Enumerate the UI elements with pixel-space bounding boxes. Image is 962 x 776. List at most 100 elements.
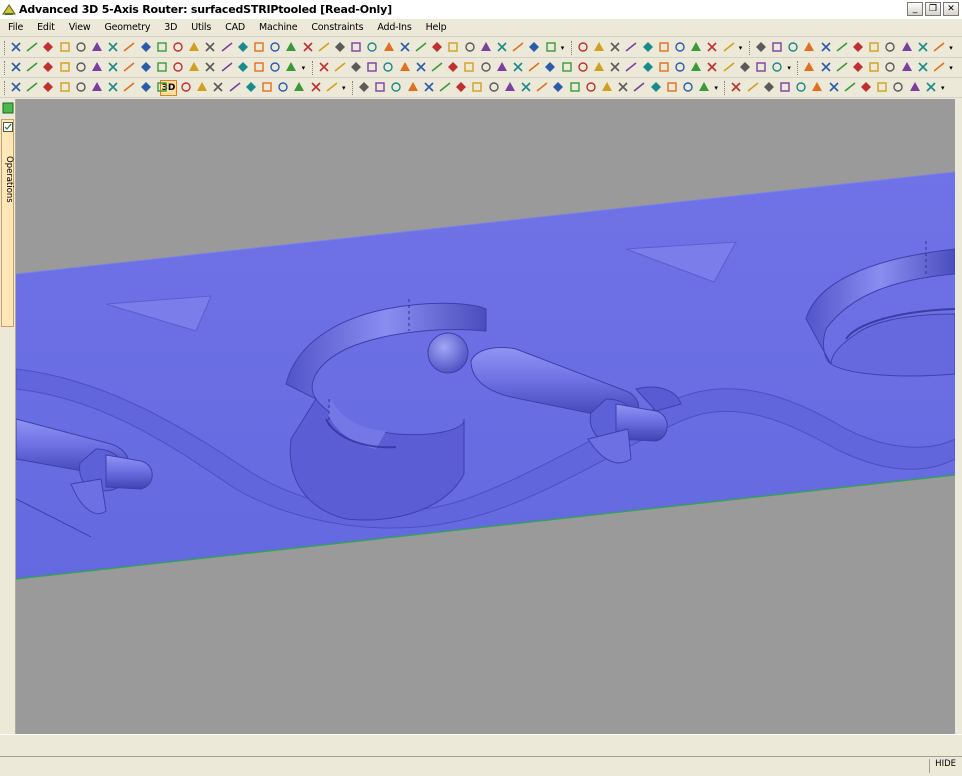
close-button[interactable]: ✕: [943, 2, 959, 16]
toolbar-tool-icon[interactable]: [407, 81, 419, 93]
toolbar-tool-icon[interactable]: [561, 61, 573, 73]
toolbar-tool-icon[interactable]: [617, 81, 629, 93]
toolbar-tool-icon[interactable]: [431, 61, 443, 73]
toolbar-tool-icon[interactable]: [552, 81, 564, 93]
toolbar-overflow-chevron-icon[interactable]: ▾: [739, 42, 746, 54]
toolbar-tool-icon[interactable]: [334, 61, 346, 73]
toolbar-tool-icon[interactable]: [876, 81, 888, 93]
toolbar-tool-icon[interactable]: [658, 61, 670, 73]
toolbar-tool-icon[interactable]: [480, 41, 492, 53]
toolbar-tool-icon[interactable]: [326, 81, 338, 93]
toolbar-tool-icon[interactable]: [455, 81, 467, 93]
toolbar-tool-icon[interactable]: [828, 81, 840, 93]
restore-button[interactable]: ❐: [925, 2, 941, 16]
toolbar-tool-icon[interactable]: [544, 61, 556, 73]
menu-help[interactable]: Help: [426, 22, 447, 33]
toolbar-tool-icon[interactable]: [585, 81, 597, 93]
toolbar-tool-icon[interactable]: [237, 41, 249, 53]
toolbar-tool-icon[interactable]: [318, 41, 330, 53]
toolbar-overflow-chevron-icon[interactable]: ▾: [949, 42, 956, 54]
toolbar-tool-icon[interactable]: [706, 61, 718, 73]
toolbar-tool-icon[interactable]: [471, 81, 483, 93]
toolbar-tool-icon[interactable]: [366, 41, 378, 53]
toolbar-tool-icon[interactable]: [536, 81, 548, 93]
toolbar-tool-icon[interactable]: [674, 41, 686, 53]
toolbar-tool-icon[interactable]: [593, 61, 605, 73]
toolbar-tool-icon[interactable]: [261, 81, 273, 93]
toolbar-tool-icon[interactable]: [350, 41, 362, 53]
toolbar-tool-icon[interactable]: [658, 41, 670, 53]
toolbar-tool-icon[interactable]: [293, 81, 305, 93]
toolbar-tool-icon[interactable]: [811, 81, 823, 93]
toolbar-overflow-chevron-icon[interactable]: ▾: [787, 62, 794, 74]
toolbar-tool-icon[interactable]: [625, 61, 637, 73]
toolbar-tool-icon[interactable]: [140, 41, 152, 53]
toolbar-tool-icon[interactable]: [528, 61, 540, 73]
toolbar-tool-icon[interactable]: [609, 61, 621, 73]
toolbar-tool-icon[interactable]: [10, 81, 22, 93]
toolbar-tool-icon[interactable]: [836, 41, 848, 53]
menu-geometry[interactable]: Geometry: [104, 22, 150, 33]
3d-viewport[interactable]: [16, 99, 955, 734]
toolbar-tool-icon[interactable]: [496, 61, 508, 73]
operations-tab[interactable]: Operations: [1, 119, 14, 327]
toolbar-tool-icon[interactable]: [488, 81, 500, 93]
toolbar-tool-icon[interactable]: [512, 61, 524, 73]
toolbar-tool-icon[interactable]: [204, 41, 216, 53]
toolbar-tool-icon[interactable]: [399, 41, 411, 53]
toolbar-tool-icon[interactable]: [723, 61, 735, 73]
toolbar-tool-icon[interactable]: [188, 41, 200, 53]
toolbar-tool-icon[interactable]: [747, 81, 759, 93]
toolbar-tool-icon[interactable]: [318, 61, 330, 73]
toolbar-tool-icon[interactable]: [75, 81, 87, 93]
menu-cad[interactable]: CAD: [225, 22, 245, 33]
toolbar-tool-icon[interactable]: [868, 61, 880, 73]
toolbar-tool-icon[interactable]: [868, 41, 880, 53]
toolbar-tool-icon[interactable]: [577, 41, 589, 53]
toolbar-tool-icon[interactable]: [917, 61, 929, 73]
minimize-button[interactable]: _: [907, 2, 923, 16]
toolbar-tool-icon[interactable]: [860, 81, 872, 93]
toolbar-tool-icon[interactable]: [172, 61, 184, 73]
toolbar-overflow-chevron-icon[interactable]: ▾: [302, 62, 309, 74]
toolbar-tool-icon[interactable]: [123, 81, 135, 93]
toolbar-tool-icon[interactable]: [237, 61, 249, 73]
toolbar-tool-icon[interactable]: [463, 61, 475, 73]
toolbar-tool-icon[interactable]: [925, 81, 937, 93]
toolbar-tool-icon[interactable]: [188, 61, 200, 73]
toolbar-tool-icon[interactable]: [755, 61, 767, 73]
toolbar-tool-icon[interactable]: [625, 41, 637, 53]
toolbar-tool-icon[interactable]: [917, 41, 929, 53]
toolbar-tool-icon[interactable]: [156, 81, 168, 93]
toolbar-tool-icon[interactable]: [545, 41, 557, 53]
toolbar-tool-icon[interactable]: [496, 41, 508, 53]
toolbar-tool-icon[interactable]: [901, 41, 913, 53]
toolbar-tool-icon[interactable]: [91, 61, 103, 73]
menu-constraints[interactable]: Constraints: [311, 22, 363, 33]
toolbar-tool-icon[interactable]: [520, 81, 532, 93]
toolbar-tool-icon[interactable]: [803, 61, 815, 73]
toolbar-tool-icon[interactable]: [245, 81, 257, 93]
toolbar-tool-icon[interactable]: [59, 61, 71, 73]
toolbar-tool-icon[interactable]: [884, 41, 896, 53]
toolbar-tool-icon[interactable]: [172, 41, 184, 53]
toolbar-tool-icon[interactable]: [431, 41, 443, 53]
toolbar-tool-icon[interactable]: [59, 41, 71, 53]
toolbar-overflow-chevron-icon[interactable]: ▾: [714, 82, 721, 94]
toolbar-tool-icon[interactable]: [253, 61, 265, 73]
toolbar-tool-icon[interactable]: [504, 81, 516, 93]
toolbar-tool-icon[interactable]: [601, 81, 613, 93]
toolbar-tool-icon[interactable]: [383, 41, 395, 53]
toolbar-tool-icon[interactable]: [698, 81, 710, 93]
toolbar-tool-icon[interactable]: [512, 41, 524, 53]
toolbar-overflow-chevron-icon[interactable]: ▾: [342, 82, 349, 94]
toolbar-tool-icon[interactable]: [439, 81, 451, 93]
toolbar-tool-icon[interactable]: [423, 81, 435, 93]
toolbar-tool-icon[interactable]: [302, 41, 314, 53]
toolbar-tool-icon[interactable]: [690, 61, 702, 73]
toolbar-tool-icon[interactable]: [415, 41, 427, 53]
toolbar-tool-icon[interactable]: [755, 41, 767, 53]
toolbar-tool-icon[interactable]: [285, 61, 297, 73]
toolbar-tool-icon[interactable]: [464, 41, 476, 53]
toolbar-tool-icon[interactable]: [42, 61, 54, 73]
